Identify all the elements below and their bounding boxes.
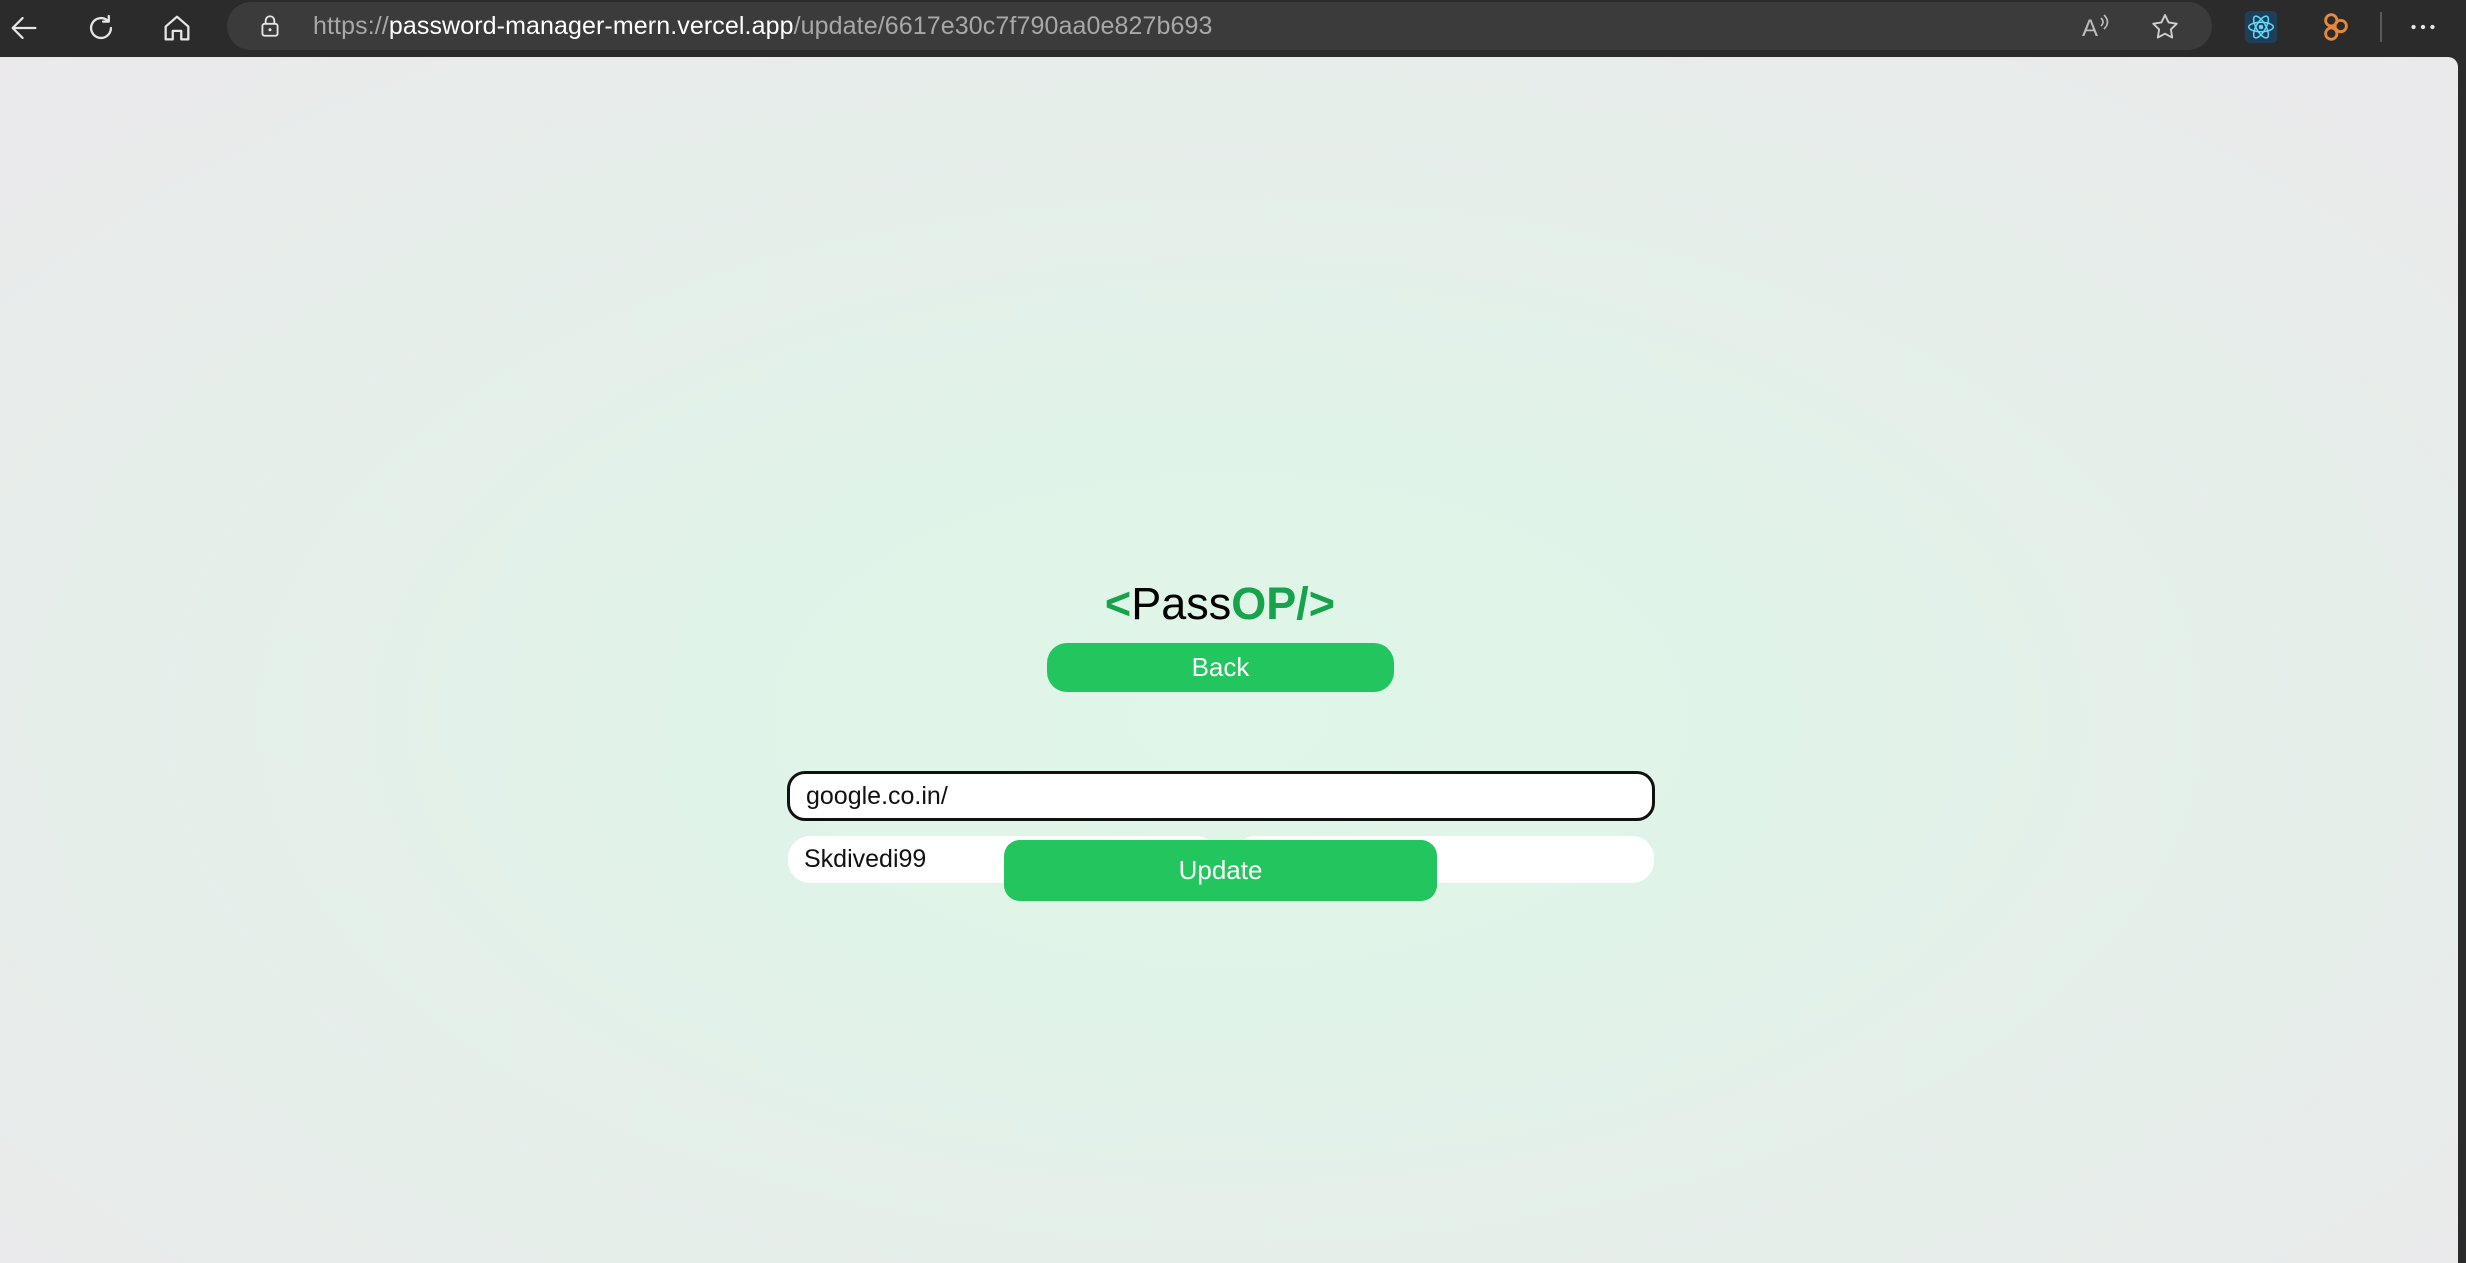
refresh-icon[interactable] bbox=[71, 2, 131, 54]
react-devtools-icon[interactable] bbox=[2242, 8, 2280, 46]
browser-toolbar: https://password-manager-mern.vercel.app… bbox=[0, 0, 2466, 57]
toolbar-divider bbox=[2380, 12, 2382, 42]
logo-op: OP/> bbox=[1231, 578, 1336, 629]
more-menu-icon[interactable] bbox=[2404, 8, 2442, 46]
url-path: /update/6617e30c7f790aa0e827b693 bbox=[793, 12, 1213, 40]
update-button[interactable]: Update bbox=[1004, 840, 1437, 901]
url-scheme: https:// bbox=[313, 12, 389, 40]
logo-open: < bbox=[1104, 578, 1132, 629]
home-icon[interactable] bbox=[147, 2, 207, 54]
read-aloud-icon[interactable]: A bbox=[2079, 10, 2113, 44]
extension-icon[interactable] bbox=[2317, 8, 2355, 46]
url-text[interactable]: https://password-manager-mern.vercel.app… bbox=[313, 2, 1213, 50]
lock-icon[interactable] bbox=[257, 13, 283, 39]
website-url-input[interactable]: google.co.in/ bbox=[787, 771, 1655, 821]
app-logo: <PassOP/> bbox=[0, 578, 2440, 630]
url-host: password-manager-mern.vercel.app bbox=[388, 12, 794, 40]
back-button[interactable]: Back bbox=[1047, 643, 1394, 692]
star-icon[interactable] bbox=[2148, 10, 2182, 44]
logo-pass: Pass bbox=[1131, 578, 1232, 629]
window-edge bbox=[2458, 57, 2466, 1263]
back-arrow-icon[interactable] bbox=[0, 2, 54, 54]
svg-text:A: A bbox=[2082, 15, 2098, 42]
address-bar[interactable]: https://password-manager-mern.vercel.app… bbox=[227, 2, 2212, 50]
